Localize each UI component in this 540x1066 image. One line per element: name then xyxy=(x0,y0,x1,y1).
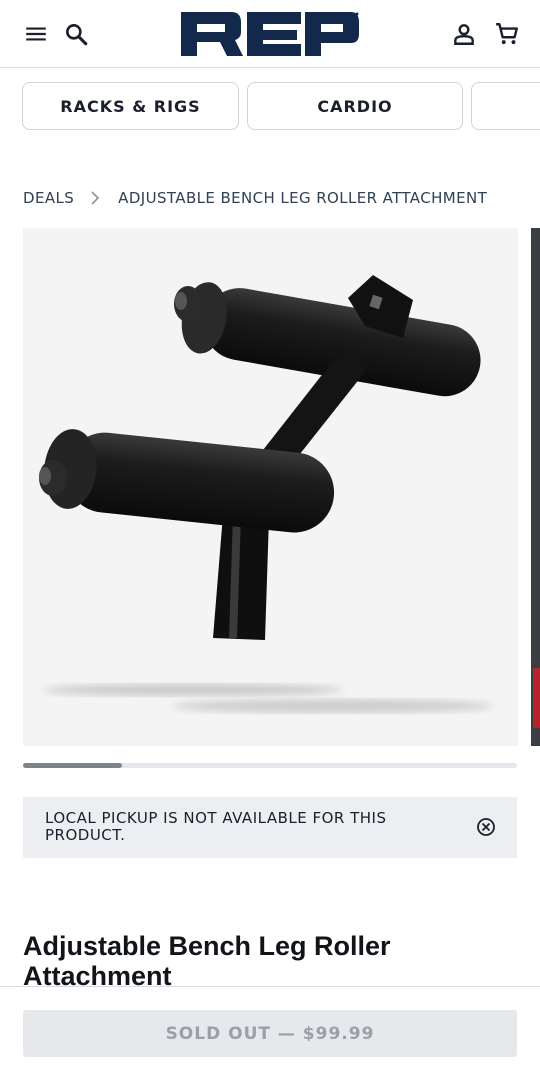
pickup-notice-text: LOCAL PICKUP IS NOT AVAILABLE FOR THIS P… xyxy=(45,809,387,844)
pickup-notice: LOCAL PICKUP IS NOT AVAILABLE FOR THIS P… xyxy=(23,797,517,858)
image-detail xyxy=(533,668,540,728)
product-gallery[interactable] xyxy=(23,228,540,746)
account-icon[interactable] xyxy=(448,18,480,50)
category-nav: RACKS & RIGS CARDIO xyxy=(0,68,540,144)
category-next[interactable] xyxy=(471,82,540,130)
product-image[interactable] xyxy=(23,228,518,746)
close-circle-icon[interactable] xyxy=(476,817,496,837)
breadcrumb-current: ADJUSTABLE BENCH LEG ROLLER ATTACHMENT xyxy=(118,189,488,207)
breadcrumb: DEALS ADJUSTABLE BENCH LEG ROLLER ATTACH… xyxy=(23,186,487,210)
breadcrumb-deals[interactable]: DEALS xyxy=(23,189,74,207)
category-cardio[interactable]: CARDIO xyxy=(247,82,463,130)
menu-icon[interactable] xyxy=(20,18,52,50)
product-image-next[interactable] xyxy=(531,228,540,746)
sold-out-button[interactable]: SOLD OUT — $99.99 xyxy=(23,1010,517,1057)
gallery-scrollbar-thumb[interactable] xyxy=(23,763,122,768)
site-header xyxy=(0,0,540,68)
category-racks-rigs[interactable]: RACKS & RIGS xyxy=(22,82,239,130)
cart-icon[interactable] xyxy=(491,18,523,50)
product-title: Adjustable Bench Leg Roller Attachment xyxy=(23,931,391,991)
rep-logo[interactable] xyxy=(179,10,361,60)
sticky-purchase-bar: SOLD OUT — $99.99 xyxy=(0,986,540,1066)
chevron-right-icon xyxy=(91,191,100,205)
search-icon[interactable] xyxy=(60,18,92,50)
